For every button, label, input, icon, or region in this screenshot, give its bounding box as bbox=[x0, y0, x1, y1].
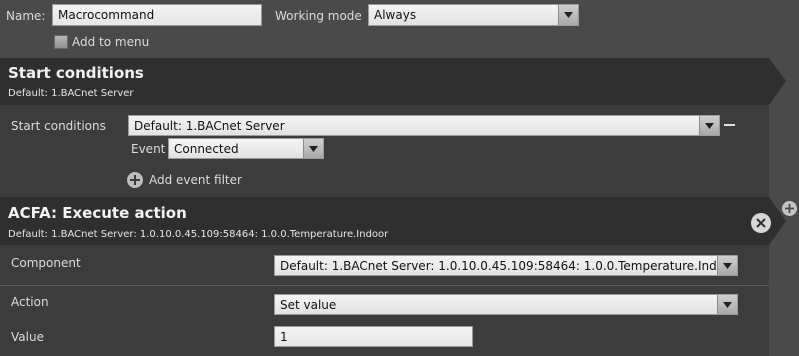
add-to-menu-label: Add to menu bbox=[72, 35, 150, 49]
chevron-down-icon[interactable] bbox=[717, 256, 737, 275]
chevron-down-icon[interactable] bbox=[699, 116, 719, 135]
component-select[interactable]: Default: 1.BACnet Server: 1.0.10.0.45.10… bbox=[274, 255, 738, 276]
plus-circle-icon[interactable] bbox=[782, 201, 797, 216]
start-condition-select[interactable]: Default: 1.BACnet Server bbox=[128, 115, 720, 136]
event-label: Event bbox=[131, 142, 166, 156]
minus-icon[interactable] bbox=[724, 124, 735, 126]
value-input[interactable]: 1 bbox=[274, 326, 473, 347]
name-label: Name: bbox=[6, 9, 46, 23]
chevron-down-icon[interactable] bbox=[558, 5, 578, 25]
start-conditions-row-label: Start conditions bbox=[11, 119, 106, 133]
action-select[interactable]: Set value bbox=[274, 294, 738, 315]
event-select[interactable]: Connected bbox=[168, 138, 324, 159]
start-condition-value: Default: 1.BACnet Server bbox=[134, 118, 285, 133]
working-mode-select[interactable]: Always bbox=[368, 4, 579, 26]
chevron-down-icon[interactable] bbox=[303, 139, 323, 158]
add-event-filter-label: Add event filter bbox=[149, 173, 242, 187]
action-block-subtitle: Default: 1.BACnet Server: 1.0.10.0.45.10… bbox=[8, 229, 389, 240]
plus-circle-icon bbox=[127, 172, 143, 188]
value-label: Value bbox=[11, 330, 44, 344]
working-mode-label: Working mode bbox=[275, 9, 362, 23]
start-conditions-title: Start conditions bbox=[8, 64, 144, 82]
chevron-down-icon[interactable] bbox=[717, 295, 737, 314]
value-input-value: 1 bbox=[280, 329, 288, 344]
name-input-value: Macrocommand bbox=[58, 8, 155, 22]
action-block-title: ACFA: Execute action bbox=[8, 204, 187, 222]
action-label: Action bbox=[11, 295, 49, 309]
start-conditions-subtitle: Default: 1.BACnet Server bbox=[8, 88, 134, 99]
add-event-filter-button[interactable]: Add event filter bbox=[127, 172, 242, 188]
working-mode-value: Always bbox=[374, 8, 417, 22]
action-value: Set value bbox=[280, 297, 337, 312]
component-label: Component bbox=[11, 256, 81, 270]
close-circle-icon[interactable] bbox=[751, 213, 771, 233]
add-to-menu-checkbox[interactable] bbox=[54, 35, 68, 49]
component-value: Default: 1.BACnet Server: 1.0.10.0.45.10… bbox=[280, 258, 717, 273]
name-input[interactable]: Macrocommand bbox=[52, 4, 262, 26]
event-value: Connected bbox=[174, 141, 239, 156]
